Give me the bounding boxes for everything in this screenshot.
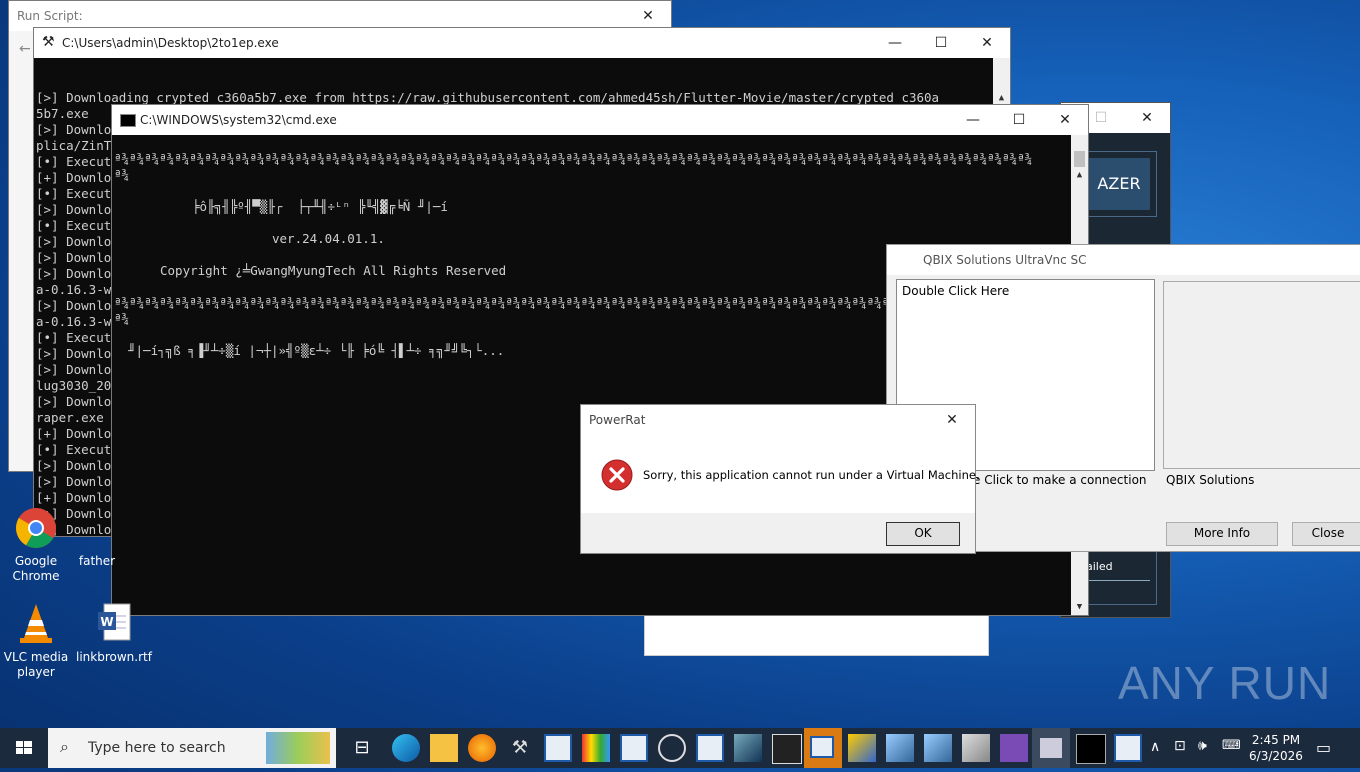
app-task-icon-1[interactable]: [582, 734, 610, 762]
cmd-task-icon[interactable]: [1076, 734, 1106, 764]
cmd-title: C:\WINDOWS\system32\cmd.exe: [140, 113, 337, 127]
desktop-icon-label: VLC media player: [3, 650, 69, 679]
cmd-garbled-title: ╞ô╟╗╢╠º╢▀▒╟┌ ├┬╨╢÷ᴸⁿ ╠╙╣▓╔╘Ñ ╜|─í: [192, 199, 448, 214]
dialog-close-button[interactable]: ✕: [929, 405, 975, 435]
clock-time: 2:45 PM: [1251, 733, 1301, 747]
blazer-divider: [1086, 580, 1150, 581]
console-titlebar[interactable]: ⚒ C:\Users\admin\Desktop\2to1ep.exe — ☐ …: [34, 28, 1010, 58]
cmd-scroll-thumb[interactable]: [1074, 151, 1085, 167]
console-title: C:\Users\admin\Desktop\2to1ep.exe: [62, 36, 279, 50]
cmd-close-button[interactable]: ✕: [1042, 105, 1088, 135]
qbix-titlebar[interactable]: QBIX Solutions UltraVnc SC: [887, 245, 1360, 275]
desktop-icon-linkbrown[interactable]: W linkbrown.rtf: [76, 602, 152, 665]
blazer-status-frame: ailed: [1081, 549, 1157, 605]
taskbar: ⌕ Type here to search ⊟ ⚒ ∧ ⊡ 🕪 ⌨ 2:45 P…: [0, 728, 1360, 768]
clock[interactable]: 2:45 PM 6/3/2026: [1244, 732, 1308, 764]
firefox-icon[interactable]: [468, 734, 496, 762]
app-task-icon-7[interactable]: [924, 734, 952, 762]
window-task-icon-1[interactable]: [544, 734, 572, 762]
cmd-border-top: ª¾ª¾ª¾ª¾ª¾ª¾ª¾ª¾ª¾ª¾ª¾ª¾ª¾ª¾ª¾ª¾ª¾ª¾ª¾ª¾…: [114, 151, 1033, 166]
windows-logo-icon: [16, 741, 32, 754]
task-view-icon[interactable]: ⊟: [348, 734, 376, 762]
desktop-icon-label: Google Chrome: [12, 554, 60, 583]
svg-text:W: W: [100, 615, 113, 629]
edge-icon[interactable]: [392, 734, 420, 762]
qbix-list-item[interactable]: Double Click Here: [902, 284, 1009, 298]
start-button[interactable]: [0, 728, 48, 768]
console-minimize-button[interactable]: —: [872, 28, 918, 58]
dialog-message: Sorry, this application cannot run under…: [643, 468, 980, 482]
cmd-border-top-tail: ª¾: [114, 167, 130, 182]
ok-button[interactable]: OK: [886, 522, 960, 546]
search-highlight-image: [266, 732, 330, 764]
qbix-close-button[interactable]: Close: [1292, 522, 1360, 546]
qbix-left-caption: e Click to make a connection: [973, 473, 1147, 487]
cmd-maximize-button[interactable]: ☐: [996, 105, 1042, 135]
cmd-titlebar[interactable]: C:\WINDOWS\system32\cmd.exe — ☐ ✕: [112, 105, 1088, 135]
dialog-titlebar[interactable]: PowerRat ✕: [581, 405, 975, 435]
qbix-right-caption: QBIX Solutions: [1166, 473, 1255, 487]
file-icon: [82, 506, 112, 550]
network-icon[interactable]: ⊡: [1174, 738, 1186, 754]
active-task-highlight-2[interactable]: [1032, 728, 1070, 768]
cmd-garbled-status: ╜|─í┐╗ß ╕▐╜┴÷▒í |¬┼|»╣º▒ε┴÷ └╟ ╞ó╚ ┤▌┴÷ …: [128, 343, 505, 358]
taskbar-search-box[interactable]: ⌕ Type here to search: [48, 728, 336, 768]
hammer-task-icon[interactable]: ⚒: [506, 734, 534, 762]
notification-icon[interactable]: ▭: [1316, 738, 1331, 757]
desktop-icon-vlc[interactable]: VLC media player: [0, 602, 72, 680]
cmd-copyright: Copyright ¿╧GwangMyungTech All Rights Re…: [160, 263, 507, 278]
app-task-icon-4[interactable]: [772, 734, 802, 764]
desktop-icon-label: father: [78, 554, 116, 568]
language-icon[interactable]: ⌨: [1222, 738, 1241, 753]
desktop-icon-father[interactable]: father: [72, 506, 122, 569]
blazer-frame: AZER: [1081, 151, 1157, 217]
cmd-version: ver.24.04.01.1.: [272, 231, 385, 246]
chrome-icon: [14, 506, 58, 550]
console-maximize-button[interactable]: ☐: [918, 28, 964, 58]
app-task-icon-10: [1040, 738, 1062, 758]
error-icon: [601, 459, 633, 491]
desktop-icon-label: linkbrown.rtf: [76, 650, 152, 664]
clock-date: 6/3/2026: [1249, 749, 1303, 763]
app-task-icon-3[interactable]: [734, 734, 762, 762]
window-task-icon-3[interactable]: [696, 734, 724, 762]
desktop-icon-chrome[interactable]: Google Chrome: [0, 506, 72, 584]
app-task-icon-8[interactable]: [962, 734, 990, 762]
app-task-icon-9[interactable]: [1000, 734, 1028, 762]
app-task-icon-6[interactable]: [886, 734, 914, 762]
tray-chevron-icon[interactable]: ∧: [1150, 739, 1160, 755]
hammer-icon: ⚒: [42, 34, 55, 50]
vlc-icon: [14, 602, 58, 646]
cmd-minimize-button[interactable]: —: [950, 105, 996, 135]
blazer-status: ailed: [1086, 560, 1113, 573]
more-info-button[interactable]: More Info: [1166, 522, 1278, 546]
qbix-logo-panel: [1163, 281, 1360, 469]
cmd-icon: [120, 114, 136, 127]
window-task-icon-2[interactable]: [620, 734, 648, 762]
dialog-title: PowerRat: [589, 413, 646, 427]
file-explorer-icon[interactable]: [430, 734, 458, 762]
app-task-icon-2[interactable]: [658, 734, 686, 762]
blazer-button[interactable]: AZER: [1088, 158, 1150, 210]
run-script-title: Run Script:: [17, 9, 83, 23]
search-icon: ⌕: [60, 737, 69, 756]
app-task-icon-5[interactable]: [848, 734, 876, 762]
window-task-icon-4: [810, 736, 834, 758]
cmd-border-bottom-tail: ª¾: [114, 311, 130, 326]
back-arrow-icon[interactable]: ←: [19, 41, 31, 57]
active-task-highlight[interactable]: [804, 728, 842, 768]
word-icon: W: [90, 602, 134, 646]
powerrat-dialog[interactable]: PowerRat ✕ Sorry, this application canno…: [580, 404, 980, 554]
volume-icon[interactable]: 🕪: [1198, 738, 1207, 754]
window-task-icon-5[interactable]: [1114, 734, 1142, 762]
anyrun-watermark: ANY RUN: [1118, 657, 1332, 709]
console-close-button[interactable]: ✕: [964, 28, 1010, 58]
blazer-close-button[interactable]: ✕: [1124, 103, 1170, 133]
search-placeholder: Type here to search: [88, 740, 226, 756]
qbix-title: QBIX Solutions UltraVnc SC: [923, 253, 1087, 267]
